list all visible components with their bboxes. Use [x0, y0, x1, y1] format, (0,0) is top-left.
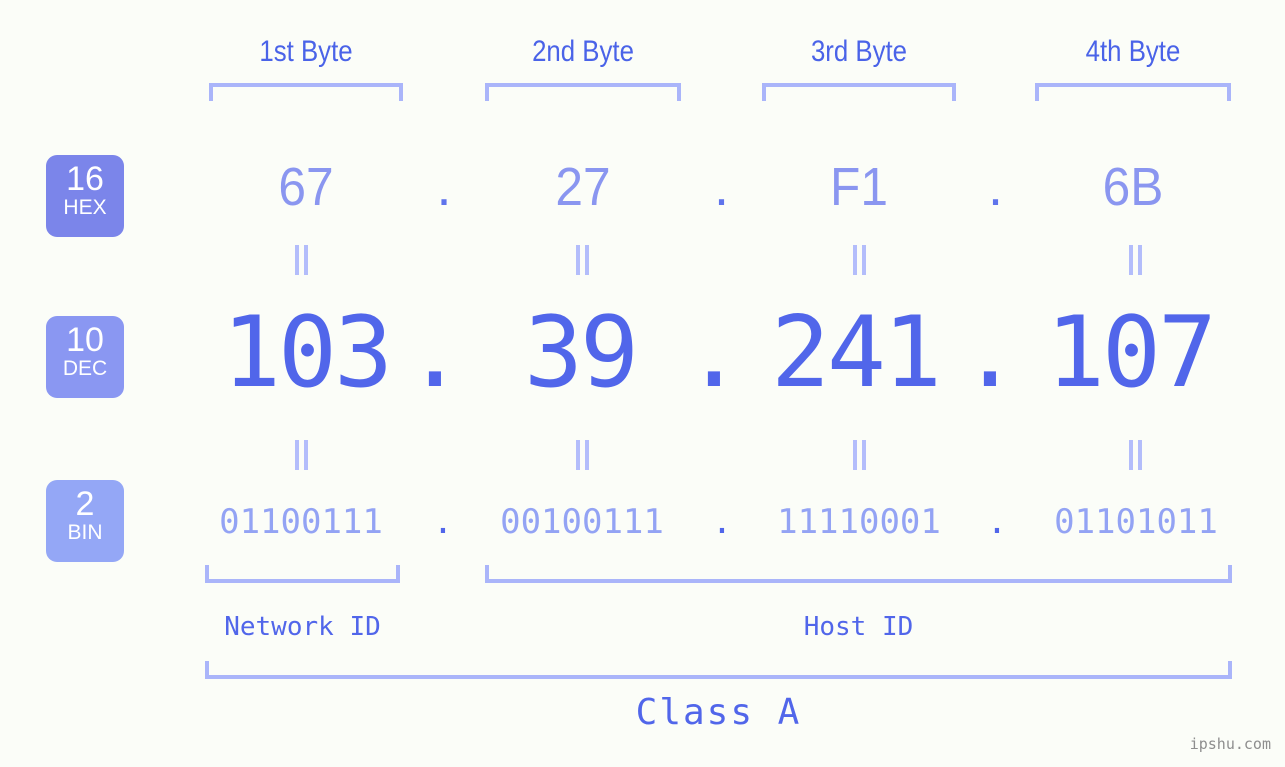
dec-byte-1: 103	[221, 296, 393, 410]
base-badge-hex-name: HEX	[63, 196, 107, 219]
equals-sign-hex-dec-2	[571, 245, 593, 275]
hex-separator-2: .	[713, 157, 729, 217]
bin-byte-2: 00100111	[500, 502, 664, 542]
equals-sign-dec-bin-2	[571, 440, 593, 470]
class-bracket	[205, 661, 1232, 679]
base-badge-bin: 2 BIN	[46, 480, 124, 562]
watermark: ipshu.com	[1189, 735, 1271, 753]
equals-sign-hex-dec-1	[290, 245, 312, 275]
hex-separator-1: .	[436, 157, 452, 217]
dec-separator-2: .	[684, 296, 744, 410]
base-badge-hex-radix: 16	[66, 160, 104, 198]
host-id-label: Host ID	[803, 612, 914, 642]
byte-bracket-3	[762, 83, 956, 101]
network-id-bracket	[205, 565, 400, 583]
equals-sign-dec-bin-4	[1124, 440, 1146, 470]
equals-sign-dec-bin-1	[290, 440, 312, 470]
equals-sign-hex-dec-4	[1124, 245, 1146, 275]
equals-sign-hex-dec-3	[848, 245, 870, 275]
dec-byte-4: 107	[1045, 296, 1217, 410]
ip-breakdown-diagram: 1st Byte 2nd Byte 3rd Byte 4th Byte 16 H…	[0, 0, 1285, 767]
dec-separator-1: .	[405, 296, 465, 410]
equals-sign-dec-bin-3	[848, 440, 870, 470]
base-badge-dec-name: DEC	[62, 357, 108, 380]
byte-bracket-2	[485, 83, 681, 101]
hex-byte-4: 6B	[1102, 157, 1164, 217]
bin-byte-4: 01101011	[1054, 502, 1218, 542]
host-id-bracket	[485, 565, 1232, 583]
base-badge-dec: 10 DEC	[46, 316, 124, 398]
network-id-label: Network ID	[224, 612, 381, 642]
bin-separator-2: .	[711, 502, 733, 542]
dec-byte-2: 39	[523, 296, 639, 410]
dec-byte-3: 241	[770, 296, 942, 410]
bin-byte-1: 01100111	[219, 502, 383, 542]
base-badge-dec-radix: 10	[66, 321, 104, 359]
hex-byte-1: 67	[278, 157, 334, 217]
base-badge-bin-radix: 2	[75, 485, 95, 523]
base-badge-hex: 16 HEX	[46, 155, 124, 237]
base-badge-bin-name: BIN	[67, 521, 103, 544]
bin-separator-1: .	[432, 502, 454, 542]
byte-header-3: 3rd Byte	[810, 35, 908, 68]
byte-header-2: 2nd Byte	[532, 35, 634, 68]
dec-separator-3: .	[960, 296, 1020, 410]
class-label: Class A	[635, 692, 802, 733]
bin-separator-3: .	[986, 502, 1008, 542]
hex-byte-2: 27	[555, 157, 611, 217]
byte-bracket-4	[1035, 83, 1231, 101]
hex-separator-3: .	[987, 157, 1003, 217]
byte-header-4: 4th Byte	[1085, 35, 1181, 68]
bin-byte-3: 11110001	[777, 502, 941, 542]
byte-header-1: 1st Byte	[259, 35, 353, 68]
hex-byte-3: F1	[830, 157, 888, 217]
byte-bracket-1	[209, 83, 403, 101]
